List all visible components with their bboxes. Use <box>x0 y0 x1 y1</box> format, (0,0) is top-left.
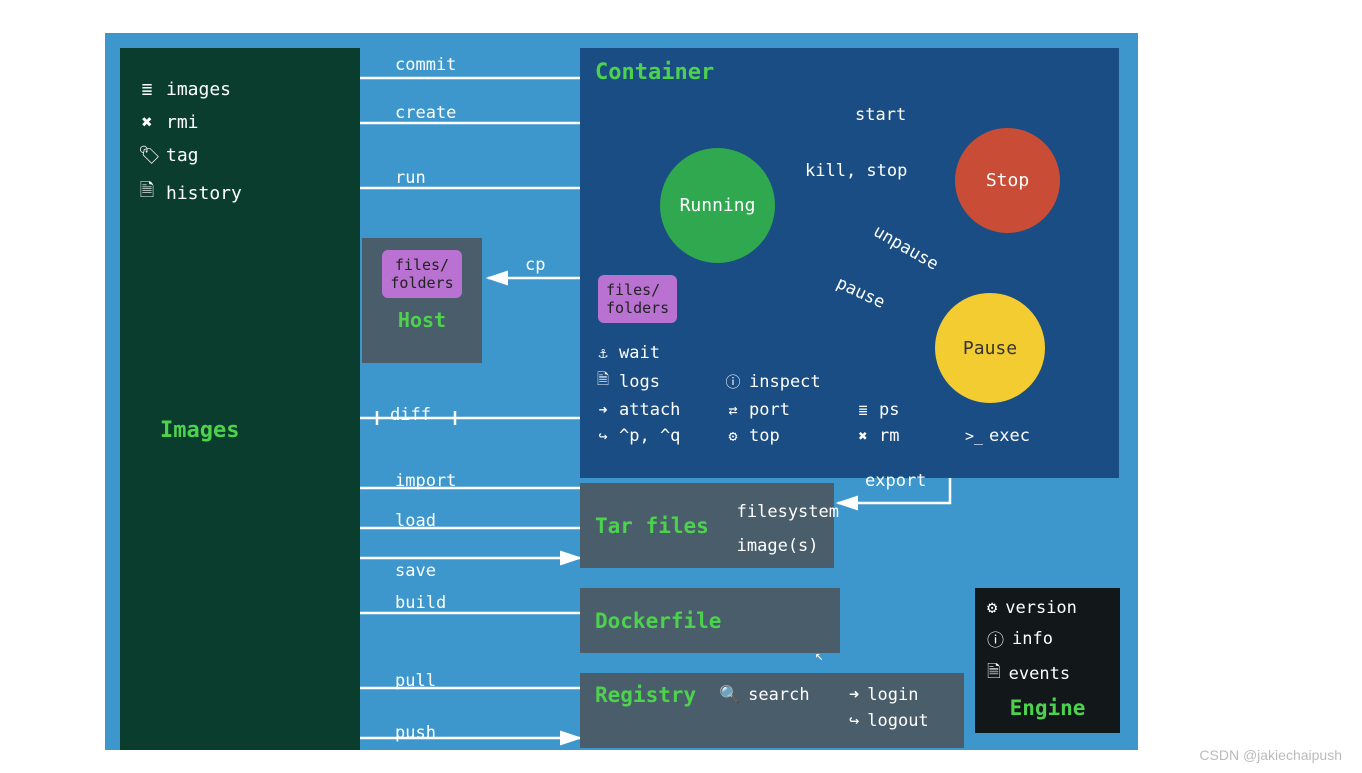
cmd-inspect: ⓘinspect <box>725 369 855 394</box>
cursor-icon: ↖ <box>815 648 823 664</box>
cmd-logout: ↪logout <box>849 711 949 731</box>
registry-title: Registry <box>595 683 696 707</box>
login-icon: ➜ <box>849 685 859 705</box>
arrow-run: run <box>395 168 426 188</box>
dockerfile-panel: Dockerfile <box>580 588 840 653</box>
arrow-import: import <box>395 471 456 491</box>
label: rmi <box>166 112 199 133</box>
state-stop: Stop <box>955 128 1060 233</box>
tar-texts: filesystem image(s) <box>737 495 839 563</box>
cmd-logs: 🗎logs <box>595 369 725 394</box>
cmd-port: ⇄port <box>725 400 855 420</box>
label: tag <box>166 145 199 166</box>
engine-panel: ⚙version ⓘinfo 🗎events Engine <box>975 588 1120 733</box>
info-icon: ⓘ <box>725 371 741 392</box>
images-cmd-images: ≣ images <box>120 73 360 106</box>
logout-icon: ↪ <box>849 711 859 731</box>
host-files-folders: files/ folders <box>382 250 461 298</box>
list-icon: ≣ <box>855 401 871 419</box>
gear-icon: ⚙ <box>987 598 997 618</box>
tar-panel: Tar files filesystem image(s) <box>580 483 834 568</box>
arrow-commit: commit <box>395 55 456 75</box>
search-icon: 🔍 <box>719 685 740 705</box>
doc-icon: 🗎 <box>138 178 156 208</box>
cmd-search: 🔍search <box>719 685 819 705</box>
gears-icon: ⚙ <box>725 427 741 445</box>
cmd-top: ⚙top <box>725 426 855 446</box>
diagram-canvas: ≣ images ✖ rmi 🏷 tag 🗎 history Images Contai… <box>105 33 1138 750</box>
cmd-exec: >_exec <box>965 426 1075 446</box>
arrow-kill-stop: kill, stop <box>805 161 907 181</box>
registry-commands: 🔍search ➜login ↪logout <box>719 685 949 737</box>
tar-title: Tar files <box>580 514 709 538</box>
close-icon: ✖ <box>138 112 156 133</box>
images-panel: ≣ images ✖ rmi 🏷 tag 🗎 history Images <box>120 48 360 750</box>
arrow-build: build <box>395 593 446 613</box>
container-title: Container <box>595 60 714 85</box>
cmd-login: ➜login <box>849 685 949 705</box>
engine-version: ⚙version <box>987 598 1108 618</box>
cmd-attach: ➜attach <box>595 400 725 420</box>
arrow-start: start <box>855 105 906 125</box>
images-cmd-tag: 🏷 tag <box>120 139 360 172</box>
arrow-right-icon: ➜ <box>595 401 611 419</box>
info-icon: ⓘ <box>987 626 1004 651</box>
arrow-diff: diff <box>390 405 431 425</box>
arrow-push: push <box>395 723 436 743</box>
registry-panel: Registry 🔍search ➜login ↪logout <box>580 673 964 748</box>
arrow-cp: cp <box>525 255 545 275</box>
arrow-save: save <box>395 561 436 581</box>
swap-icon: ⇄ <box>725 401 741 419</box>
watermark: CSDN @jakiechaipush <box>1199 747 1342 763</box>
arrow-create: create <box>395 103 456 123</box>
label: images <box>166 79 231 100</box>
doc-icon: 🗎 <box>987 659 1001 688</box>
arrow-pull: pull <box>395 671 436 691</box>
anchor-icon: ⚓ <box>595 344 611 362</box>
images-title: Images <box>160 418 239 443</box>
engine-events: 🗎events <box>987 659 1108 688</box>
label: history <box>166 183 242 204</box>
container-commands: ⚓wait 🗎logs ⓘinspect ➜attach ⇄port ≣ps ↪… <box>595 343 1075 452</box>
tag-icon: 🏷 <box>138 145 156 166</box>
host-panel: files/ folders Host <box>362 238 482 363</box>
state-running: Running <box>660 148 775 263</box>
cmd-rm: ✖rm <box>855 426 965 446</box>
cmd-pq: ↪^p, ^q <box>595 426 725 446</box>
cmd-wait: ⚓wait <box>595 343 725 363</box>
dockerfile-title: Dockerfile <box>595 609 721 633</box>
close-icon: ✖ <box>855 427 871 445</box>
container-files-folders: files/ folders <box>598 275 677 323</box>
doc-icon: 🗎 <box>595 369 611 394</box>
arrow-load: load <box>395 511 436 531</box>
arrow-export: export <box>865 471 926 491</box>
host-title: Host <box>362 308 482 332</box>
images-cmd-history: 🗎 history <box>120 172 360 214</box>
images-cmd-rmi: ✖ rmi <box>120 106 360 139</box>
exit-icon: ↪ <box>595 427 611 445</box>
list-icon: ≣ <box>138 79 156 100</box>
engine-title: Engine <box>987 696 1108 720</box>
engine-info: ⓘinfo <box>987 626 1108 651</box>
cmd-ps: ≣ps <box>855 400 965 420</box>
terminal-icon: >_ <box>965 427 981 445</box>
